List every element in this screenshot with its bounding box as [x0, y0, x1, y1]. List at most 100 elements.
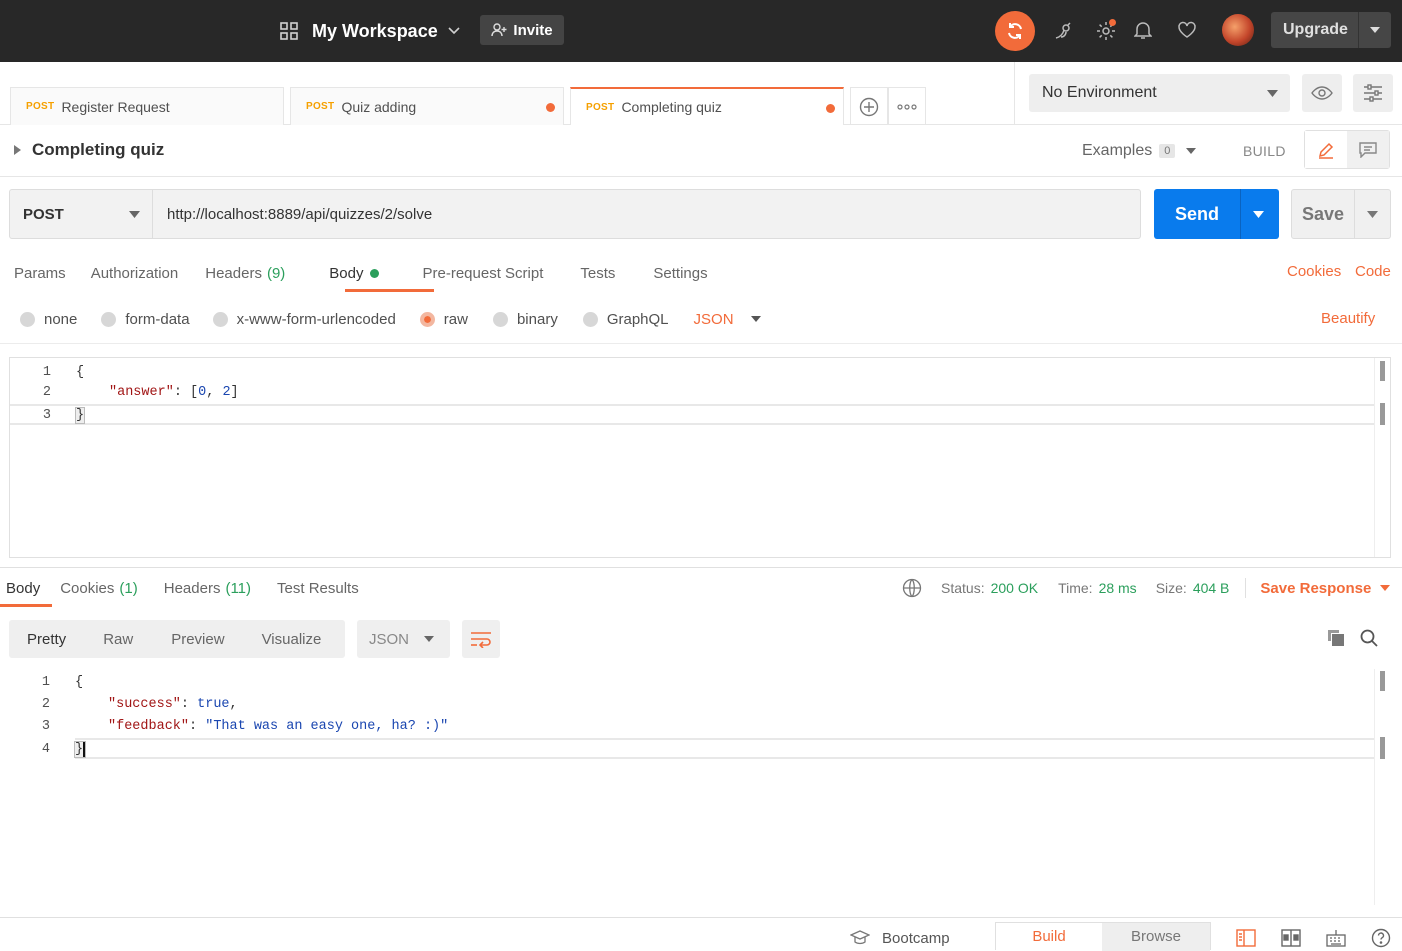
tab-settings[interactable]: Settings	[653, 265, 707, 282]
view-pretty[interactable]: Pretty	[27, 631, 66, 648]
add-user-icon	[491, 23, 507, 37]
caret-down-icon	[1380, 585, 1391, 591]
view-visualize[interactable]: Visualize	[262, 631, 322, 648]
json-key: "feedback"	[108, 718, 190, 734]
request-body-editor[interactable]: 1 { 2 "answer": [0, 2] 3 }	[9, 357, 1391, 558]
tab-pre-request-script[interactable]: Pre-request Script	[423, 265, 544, 282]
body-option-graphql[interactable]: GraphQL	[582, 310, 669, 328]
body-format-select[interactable]: JSON	[694, 311, 761, 328]
body-option-none[interactable]: none	[20, 311, 77, 328]
editor-scrollbar[interactable]	[1374, 358, 1390, 557]
code-link[interactable]: Code	[1355, 263, 1391, 280]
response-format-select[interactable]: JSON	[357, 620, 450, 658]
grid-icon	[280, 22, 298, 40]
response-view-modes: Pretty Raw Preview Visualize	[9, 620, 345, 658]
copy-button[interactable]	[1325, 627, 1347, 649]
tab-label: Completing quiz	[621, 99, 722, 115]
favorites-button[interactable]	[1175, 19, 1199, 41]
tab-authorization[interactable]: Authorization	[91, 265, 179, 282]
save-button[interactable]: Save	[1291, 189, 1391, 239]
workspace-switcher[interactable]: My Workspace	[279, 18, 460, 44]
sync-button[interactable]	[995, 11, 1035, 51]
radio	[101, 311, 117, 327]
code-text: {	[75, 674, 84, 690]
toggle-sidebar-button[interactable]	[1235, 928, 1257, 948]
tab-body[interactable]: Body	[329, 265, 379, 282]
tab-method: POST	[586, 101, 615, 113]
time-value[interactable]: 28 ms	[1099, 580, 1137, 596]
examples-dropdown[interactable]: Examples 0	[1082, 140, 1197, 162]
bootcamp-button[interactable]: Bootcamp	[850, 927, 950, 949]
response-tab-body[interactable]: Body	[6, 580, 40, 597]
option-label: GraphQL	[606, 310, 669, 328]
notifications-button[interactable]	[1132, 19, 1154, 41]
globe-icon[interactable]	[902, 578, 922, 598]
chevron-down-icon	[448, 27, 460, 35]
response-scrollbar[interactable]	[1374, 669, 1390, 905]
avatar[interactable]	[1222, 14, 1254, 46]
line-number: 1	[42, 364, 51, 380]
send-button[interactable]: Send	[1154, 189, 1279, 239]
beautify-link[interactable]: Beautify	[1321, 310, 1375, 327]
body-option-urlencoded[interactable]: x-www-form-urlencoded	[212, 311, 396, 328]
line-number: 3	[42, 407, 51, 423]
response-body-viewer[interactable]: 1 { 2 "success": true, 3 "feedback": "Th…	[0, 669, 1391, 905]
body-option-form-data[interactable]: form-data	[101, 311, 190, 328]
tab-params[interactable]: Params	[14, 265, 66, 282]
view-preview[interactable]: Preview	[171, 631, 224, 648]
search-icon	[1360, 629, 1378, 647]
wrap-lines-button[interactable]	[462, 620, 500, 658]
sliders-icon	[1364, 84, 1382, 102]
new-tab-button[interactable]	[850, 87, 888, 125]
request-title: Completing quiz	[32, 140, 165, 159]
view-raw[interactable]: Raw	[103, 631, 133, 648]
tab-headers[interactable]: Headers (9)	[205, 265, 285, 282]
manage-environments-button[interactable]	[1353, 74, 1393, 112]
build-label: BUILD	[1243, 143, 1286, 159]
json-number: 2	[222, 384, 231, 400]
caret-down-icon	[1253, 210, 1264, 218]
response-tab-headers[interactable]: Headers (11)	[164, 580, 251, 597]
tab-tests[interactable]: Tests	[580, 265, 615, 282]
tab-headers-label: Headers	[205, 264, 262, 282]
tab-completing-quiz[interactable]: POST Completing quiz	[570, 87, 844, 125]
status-bar: Bootcamp Build Browse	[0, 917, 1402, 951]
environment-quick-look-button[interactable]	[1302, 74, 1342, 112]
settings-button[interactable]	[1094, 19, 1118, 43]
response-tab-test-results[interactable]: Test Results	[277, 580, 359, 597]
runner-button[interactable]	[1052, 20, 1074, 42]
url-input[interactable]: http://localhost:8889/api/quizzes/2/solv…	[167, 206, 432, 223]
save-response-button[interactable]: Save Response	[1260, 580, 1391, 597]
upgrade-button[interactable]: Upgrade	[1271, 12, 1391, 48]
body-option-binary[interactable]: binary	[492, 311, 558, 328]
comment-icon	[1359, 141, 1377, 158]
comments-button[interactable]	[1347, 131, 1389, 168]
tab-quiz-adding[interactable]: POST Quiz adding	[290, 87, 564, 125]
code-text: }	[74, 406, 86, 424]
status-value[interactable]: 200 OK	[991, 580, 1038, 596]
tab-options-button[interactable]	[888, 87, 926, 125]
search-button[interactable]	[1358, 627, 1380, 649]
code-line: 1 {	[0, 671, 83, 693]
request-title-toggle[interactable]: Completing quiz	[14, 139, 164, 161]
response-tab-headers-label: Headers	[163, 579, 221, 597]
method-select[interactable]: POST	[10, 190, 153, 238]
json-string: "That was an easy one, ha? :)"	[205, 718, 449, 734]
keyboard-shortcuts-button[interactable]	[1325, 928, 1347, 948]
body-option-raw[interactable]: raw	[419, 311, 468, 328]
invite-button[interactable]: Invite	[480, 15, 564, 45]
size-value[interactable]: 404 B	[1193, 580, 1230, 596]
build-tab[interactable]: Build	[996, 922, 1102, 951]
two-pane-view-button[interactable]	[1280, 928, 1302, 948]
browse-tab[interactable]: Browse	[1102, 922, 1210, 951]
tab-register-request[interactable]: POST Register Request	[10, 87, 284, 125]
edit-mode-button[interactable]	[1305, 131, 1347, 168]
heart-icon	[1178, 21, 1196, 38]
radio	[20, 311, 35, 327]
code-line: 3 "feedback": "That was an easy one, ha?…	[0, 715, 448, 737]
cookies-link[interactable]: Cookies	[1287, 263, 1341, 280]
environment-select[interactable]: No Environment	[1029, 74, 1290, 112]
response-tab-cookies[interactable]: Cookies (1)	[60, 580, 138, 597]
help-button[interactable]	[1370, 928, 1392, 948]
line-number: 2	[41, 696, 50, 712]
